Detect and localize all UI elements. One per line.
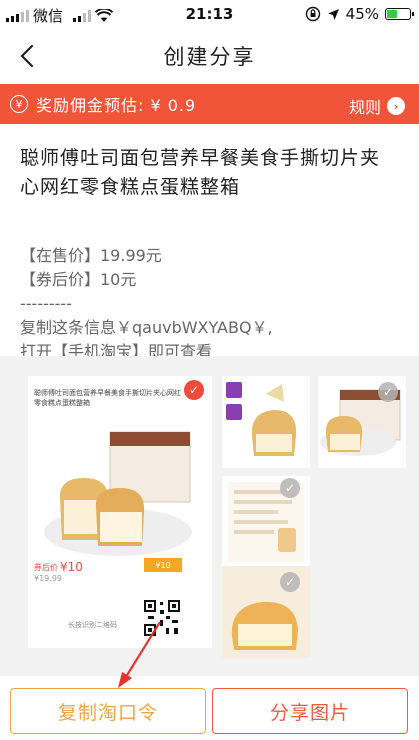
main-price-row: 券后价 ¥10 <box>34 560 83 574</box>
thumbnail-1[interactable] <box>222 376 310 468</box>
thumbnail-3[interactable]: ✓ <box>222 476 310 568</box>
thumbnail-4[interactable]: ✓ <box>222 566 310 658</box>
product-title: 聪师傅吐司面包营养早餐美食手撕切片夹心网红零食糕点蛋糕整箱 <box>20 147 381 198</box>
coupon-tag: ¥10 <box>144 558 182 572</box>
nav-bar: 创建分享 <box>0 28 419 84</box>
location-icon <box>327 8 339 20</box>
coupon-price-line: 【券后价】10元 <box>20 270 137 289</box>
chevron-right-icon: › <box>387 97 405 115</box>
rules-label: 规则 <box>348 98 381 117</box>
status-right: 45% <box>305 5 414 23</box>
main-image-checkbox[interactable]: ✓ <box>184 380 204 400</box>
thumbnail-3-checkbox[interactable]: ✓ <box>280 478 300 498</box>
main-orig-price: ¥19.99 <box>34 574 62 583</box>
status-bar: 微信 21:13 45% <box>0 0 419 28</box>
main-image-caption: 聪师傅吐司面包营养早餐美食手撕切片夹心网红零食糕点蛋糕整箱 <box>34 389 181 407</box>
taokouling-line: 复制这条信息￥qauvbWXYABQ￥, <box>20 318 273 337</box>
qr-note: 长按识别二维码 <box>68 621 117 629</box>
reward-estimate: 奖励佣金预估: ¥ 0.9 <box>36 96 197 115</box>
main-share-image[interactable]: 聪师傅吐司面包营养早餐美食手撕切片夹心网红零食糕点蛋糕整箱 券后价 ¥10 ¥1… <box>28 376 212 648</box>
rotation-lock-icon <box>305 6 320 22</box>
image-gallery: 聪师傅吐司面包营养早餐美食手撕切片夹心网红零食糕点蛋糕整箱 券后价 ¥10 ¥1… <box>0 356 419 658</box>
divider-line: --------- <box>20 294 72 313</box>
bread-box-illustration <box>44 431 192 556</box>
share-image-button[interactable]: 分享图片 <box>212 688 408 734</box>
thumbnail-2-checkbox[interactable]: ✓ <box>378 382 398 402</box>
bottom-action-bar: 复制淘口令 分享图片 <box>0 676 419 740</box>
back-arrow-icon[interactable] <box>14 42 42 70</box>
thumbnail-4-checkbox[interactable]: ✓ <box>280 572 300 592</box>
share-info: 【在售价】19.99元 【券后价】10元 --------- 复制这条信息￥qa… <box>20 244 399 364</box>
page-title: 创建分享 <box>163 45 256 69</box>
thumbnail-1-image <box>226 382 297 456</box>
share-text-panel: 聪师傅吐司面包营养早餐美食手撕切片夹心网红零食糕点蛋糕整箱 【在售价】19.99… <box>0 124 419 361</box>
copy-taokouling-button[interactable]: 复制淘口令 <box>10 688 206 734</box>
coin-icon: ¥ <box>10 95 28 113</box>
qr-code-icon <box>142 598 182 638</box>
thumbnail-2[interactable]: ✓ <box>318 376 406 468</box>
battery-icon <box>385 8 414 20</box>
rules-link[interactable]: 规则 › <box>349 94 405 118</box>
reward-bar: ¥ 奖励佣金预估: ¥ 0.9 规则 › <box>0 84 419 124</box>
main-price: ¥10 <box>60 560 83 574</box>
price-line: 【在售价】19.99元 <box>20 246 162 265</box>
battery-percent: 45% <box>345 5 379 23</box>
